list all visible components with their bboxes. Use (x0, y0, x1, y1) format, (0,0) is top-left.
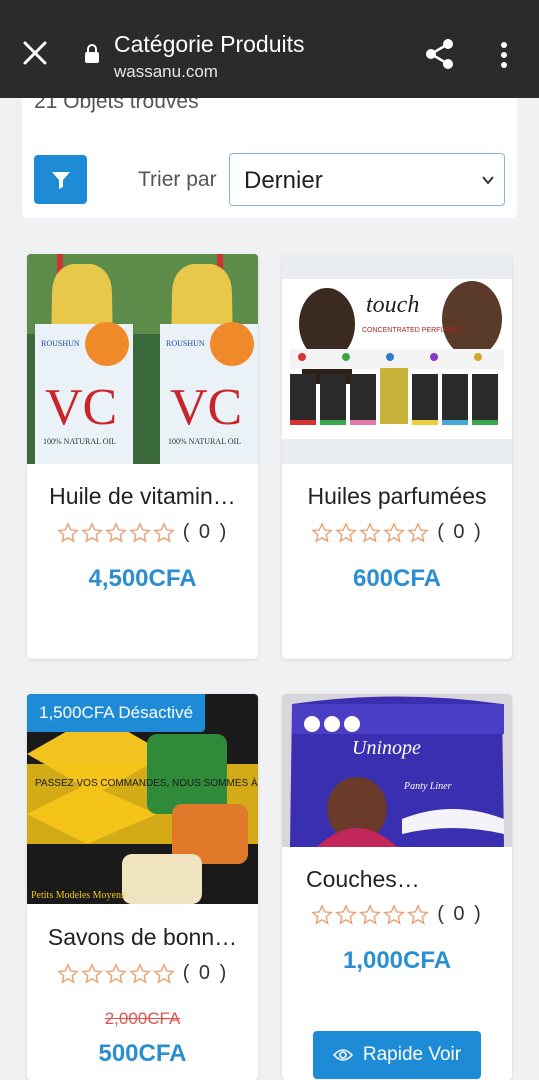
star-icon (56, 962, 79, 984)
product-card[interactable]: Uninope Panty Liner Couches… ( 0 ) 1,000… (282, 694, 512, 1080)
filter-button[interactable] (34, 155, 87, 204)
star-icon (311, 903, 334, 925)
filter-icon (51, 171, 70, 189)
product-price: 600CFA (352, 565, 442, 592)
star-icon (407, 903, 430, 925)
quick-view-button[interactable]: Rapide Voir (313, 1031, 481, 1079)
browser-top-bar: Catégorie Produits wassanu.com (0, 0, 539, 98)
product-card[interactable]: touch CONCENTRATED PERFUMES Huiles parfu… (282, 254, 512, 659)
star-icon (359, 521, 382, 543)
promo-footer: Petits Modeles Moyens (31, 890, 125, 901)
product-price: 4,500CFA (88, 565, 197, 592)
star-icon (104, 962, 127, 984)
promo-headline: PASSEZ VOS COMMANDES, NOUS SOMMES À VOTR… (35, 776, 258, 789)
star-icon (335, 903, 358, 925)
rating-count: ( 0 ) (437, 903, 483, 925)
star-icon (128, 962, 151, 984)
star-icon (407, 521, 430, 543)
star-icon (359, 903, 382, 925)
star-icon (311, 521, 334, 543)
page-title: Catégorie Produits (114, 31, 305, 57)
brand-text: ROUSHUN (41, 339, 80, 348)
product-name[interactable]: Savons de bonn… (27, 924, 258, 951)
star-rating: ( 0 ) (27, 521, 258, 544)
brand-text: Uninope (352, 737, 421, 759)
quick-view-label: Rapide Voir (362, 1044, 462, 1065)
star-icon (335, 521, 358, 543)
star-icon (80, 962, 103, 984)
star-rating: ( 0 ) (27, 962, 258, 985)
lock-icon (85, 44, 99, 63)
vitamin-c-label: VC (170, 379, 242, 436)
product-name[interactable]: Couches… (282, 866, 512, 893)
oil-label: 100% NATURAL OIL (43, 437, 116, 446)
share-icon[interactable] (424, 38, 456, 70)
product-price: 500CFA (98, 1040, 187, 1067)
more-options-icon[interactable] (496, 40, 512, 70)
sort-select-value: Dernier (244, 167, 323, 194)
chevron-down-icon (482, 176, 494, 185)
rating-count: ( 0 ) (182, 962, 229, 984)
rating-count: ( 0 ) (437, 521, 483, 543)
product-card[interactable]: ROUSHUN ROUSHUN VC VC 100% NATURAL OIL 1… (27, 254, 258, 659)
product-card[interactable]: PASSEZ VOS COMMANDES, NOUS SOMMES À VOTR… (27, 694, 258, 1080)
product-image: ROUSHUN ROUSHUN VC VC 100% NATURAL OIL 1… (27, 254, 258, 464)
product-name[interactable]: Huile de vitamin… (27, 483, 258, 510)
star-icon (152, 962, 175, 984)
sort-select[interactable]: Dernier (229, 153, 505, 206)
sort-label: Trier par (138, 168, 217, 191)
oil-label: 100% NATURAL OIL (168, 437, 241, 446)
eye-icon (332, 1049, 353, 1061)
brand-text: ROUSHUN (166, 339, 205, 348)
star-icon (383, 521, 406, 543)
star-icon (128, 521, 151, 543)
rating-count: ( 0 ) (182, 521, 229, 543)
product-name[interactable]: Huiles parfumées (282, 483, 512, 510)
product-image: Uninope Panty Liner (282, 694, 512, 847)
product-price: 1,000CFA (342, 947, 452, 974)
product-image: touch CONCENTRATED PERFUMES (282, 254, 512, 464)
star-icon (56, 521, 79, 543)
brand-text: touch (366, 292, 419, 318)
page-url: wassanu.com (114, 62, 218, 81)
vitamin-c-label: VC (45, 379, 117, 436)
old-price: 2,000CFA (104, 1009, 181, 1028)
close-icon[interactable] (22, 40, 48, 66)
brand-subtitle: Panty Liner (403, 781, 452, 792)
star-icon (383, 903, 406, 925)
star-icon (152, 521, 175, 543)
star-rating: ( 0 ) (282, 903, 512, 926)
star-icon (80, 521, 103, 543)
star-rating: ( 0 ) (282, 521, 512, 544)
brand-subtitle: CONCENTRATED PERFUMES (362, 327, 461, 334)
star-icon (104, 521, 127, 543)
discount-badge: 1,500CFA Désactivé (27, 694, 206, 732)
